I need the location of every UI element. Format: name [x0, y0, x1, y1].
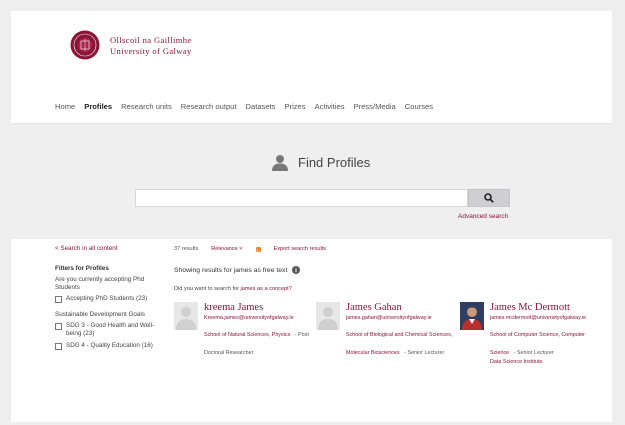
sort-dropdown[interactable]: Relevance ˅	[211, 246, 242, 252]
concept-search-link[interactable]: james as a concept?	[241, 286, 292, 292]
profile-card-body: James Mc Dermott james.mcdermott@univers…	[490, 302, 600, 366]
profile-extra-affiliation-link[interactable]: Data Science Institute	[490, 359, 600, 366]
profile-card: kreema James Kreema.james@universityofga…	[174, 302, 312, 362]
avatar-placeholder[interactable]	[316, 302, 340, 330]
nav-datasets[interactable]: Datasets	[246, 101, 276, 125]
avatar-placeholder[interactable]	[174, 302, 198, 330]
search-button[interactable]	[468, 189, 510, 207]
nav-courses[interactable]: Courses	[405, 101, 433, 125]
university-logo-text[interactable]: Ollscoil na Gaillimhe University of Galw…	[110, 35, 192, 57]
nav-prizes[interactable]: Prizes	[284, 101, 305, 125]
profile-name-link[interactable]: kreema James	[204, 302, 314, 313]
main-nav: Home Profiles Research units Research ou…	[55, 101, 433, 125]
profile-card: James Mc Dermott james.mcdermott@univers…	[460, 302, 598, 365]
page-title: Find Profiles	[298, 155, 371, 170]
profile-photo[interactable]	[460, 302, 484, 330]
phd-question: Are you currently accepting Phd Students	[55, 276, 145, 291]
did-you-mean-prefix: Did you want to search for	[174, 286, 239, 292]
search-panel: Find Profiles Advanced search	[11, 123, 612, 239]
phd-checkbox[interactable]	[55, 296, 62, 303]
nav-activities[interactable]: Activities	[315, 101, 345, 125]
export-results-link[interactable]: Export search results	[274, 246, 327, 252]
profile-affiliation-link[interactable]: School of Natural Sciences, Physics	[204, 332, 290, 338]
logo-line-english: University of Galway	[110, 46, 192, 56]
results-count: 37 results	[174, 246, 199, 252]
page-frame: Ollscoil na Gaillimhe University of Galw…	[11, 11, 612, 422]
profile-photo-image	[460, 302, 484, 330]
sdg-3-checkbox[interactable]	[55, 323, 62, 330]
results-toolbar: 37 results Relevance ˅ Export search res…	[174, 246, 326, 252]
profile-role: - Senior Lecturer	[513, 350, 554, 356]
nav-home[interactable]: Home	[55, 101, 75, 125]
profile-role: - Senior Lecturer	[404, 350, 445, 356]
nav-profiles[interactable]: Profiles	[84, 101, 113, 125]
did-you-mean: Did you want to search for james as a co…	[174, 286, 292, 292]
sdg-4-filter-option[interactable]: SDG 4 - Quality Education (16)	[55, 342, 165, 350]
search-input[interactable]	[135, 189, 468, 207]
site-header: Ollscoil na Gaillimhe University of Galw…	[11, 11, 612, 91]
profile-email-link[interactable]: Kreema.james@universityofgalway.ie	[204, 315, 314, 322]
advanced-search-link[interactable]: Advanced search	[458, 213, 508, 220]
sdg-3-label: SDG 3 - Good Health and Well-being (23)	[66, 322, 155, 337]
sdg-4-label: SDG 4 - Quality Education (16)	[66, 342, 153, 349]
phd-option-label: Accepting PhD Students (23)	[66, 295, 148, 302]
info-icon[interactable]	[292, 266, 301, 274]
nav-research-output[interactable]: Research output	[181, 101, 237, 125]
logo-line-irish: Ollscoil na Gaillimhe	[110, 35, 192, 45]
profile-card-body: James Gahan james.gahan@universityofgalw…	[346, 302, 456, 359]
filter-sidebar: < Search in all content Filters for Prof…	[55, 245, 165, 358]
sdg-3-filter-option[interactable]: SDG 3 - Good Health and Well-being (23)	[55, 322, 165, 338]
phd-filter-option[interactable]: Accepting PhD Students (23)	[55, 295, 165, 303]
profile-card: James Gahan james.gahan@universityofgalw…	[316, 302, 454, 362]
university-seal-icon[interactable]	[70, 30, 100, 60]
sdg-heading: Sustainable Development Goals	[55, 311, 145, 318]
profile-name-link[interactable]: James Mc Dermott	[490, 302, 600, 313]
person-silhouette-icon	[318, 307, 338, 330]
person-icon	[272, 155, 288, 171]
showing-text: Showing results for james as free text	[174, 266, 288, 274]
profile-name-link[interactable]: James Gahan	[346, 302, 456, 313]
sdg-4-checkbox[interactable]	[55, 343, 62, 350]
showing-results-line: Showing results for james as free text	[174, 266, 301, 274]
nav-press-media[interactable]: Press/Media	[354, 101, 396, 125]
search-all-content-link[interactable]: < Search in all content	[55, 245, 165, 253]
nav-research-units[interactable]: Research units	[121, 101, 172, 125]
search-icon	[484, 193, 494, 203]
person-silhouette-icon	[176, 307, 196, 330]
profile-card-body: kreema James Kreema.james@universityofga…	[204, 302, 314, 359]
filters-heading: Filters for Profiles	[55, 265, 109, 272]
profile-email-link[interactable]: james.mcdermott@universityofgalway.ie	[490, 315, 600, 322]
profile-email-link[interactable]: james.gahan@universityofgalway.ie	[346, 315, 456, 322]
find-profiles-heading: Find Profiles	[271, 154, 370, 171]
rss-icon[interactable]	[255, 246, 261, 252]
